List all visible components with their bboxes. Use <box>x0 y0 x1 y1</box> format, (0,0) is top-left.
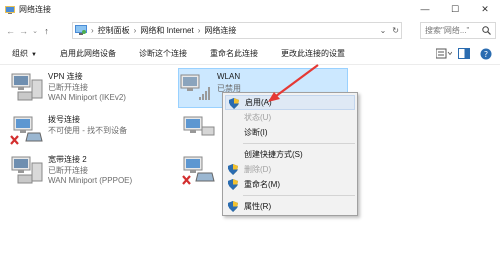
menu-item-label: 启用(A) <box>245 98 272 107</box>
change-settings-button[interactable]: 更改此连接的设置 <box>281 48 345 59</box>
uac-shield-icon <box>228 179 238 190</box>
menu-item-create-shortcut[interactable]: 创建快捷方式(S) <box>223 147 357 162</box>
wlan-signal-icon <box>179 71 213 105</box>
uac-shield-icon <box>228 201 238 212</box>
diagnose-connection-button[interactable]: 诊断这个连接 <box>139 48 187 59</box>
connection-name: WLAN <box>217 72 241 81</box>
address-bar[interactable]: › 控制面板 › 网络和 Internet › 网络连接 ⌄ ↻ <box>72 22 402 39</box>
menu-item-label: 删除(D) <box>244 165 272 174</box>
help-icon[interactable]: ? <box>480 48 492 60</box>
window-title: 网络连接 <box>19 4 51 14</box>
chevron-down-icon: ▼ <box>31 52 37 58</box>
menu-item-rename[interactable]: 重命名(M) <box>223 177 357 192</box>
connection-status: 已断开连接 <box>48 166 88 175</box>
view-options-icon[interactable] <box>435 48 453 59</box>
organize-label: 组织 <box>12 49 28 58</box>
search-placeholder: 搜索"网络..." <box>425 26 470 35</box>
svg-text:?: ? <box>484 50 488 59</box>
breadcrumb-control-panel[interactable]: 控制面板 <box>98 25 130 36</box>
menu-item-diagnose[interactable]: 诊断(I) <box>223 125 357 140</box>
menu-item-label: 创建快捷方式(S) <box>244 150 303 159</box>
search-icon[interactable] <box>482 26 491 35</box>
rename-connection-button[interactable]: 重命名此连接 <box>210 48 258 59</box>
toolbar-divider <box>0 64 500 65</box>
menu-item-label: 诊断(I) <box>244 128 268 137</box>
close-button[interactable]: ✕ <box>470 0 500 18</box>
search-input[interactable]: 搜索"网络..." <box>420 22 496 39</box>
recent-locations-button[interactable]: ⌄ <box>30 23 40 39</box>
control-panel-icon <box>75 25 87 36</box>
menu-item-properties[interactable]: 属性(R) <box>223 199 357 214</box>
breadcrumb-network-connections[interactable]: 网络连接 <box>204 25 236 36</box>
dialup-modem-icon <box>10 113 44 147</box>
maximize-button[interactable]: ☐ <box>440 0 470 18</box>
uac-shield-icon <box>228 164 238 175</box>
refresh-button[interactable]: ↻ <box>392 26 399 35</box>
vpn-computer-icon <box>10 70 44 104</box>
connection-device: WAN Miniport (PPPOE) <box>48 176 133 185</box>
connection-item-dialup[interactable]: 拨号连接 不可使用 - 找不到设备 <box>10 111 170 151</box>
connection-device: WAN Miniport (IKEv2) <box>48 93 126 102</box>
title-bar: 网络连接 — ☐ ✕ <box>0 0 500 18</box>
menu-separator <box>243 143 355 144</box>
menu-item-label: 状态(U) <box>244 113 272 122</box>
menu-item-label: 重命名(M) <box>244 180 280 189</box>
menu-item-label: 属性(R) <box>244 202 272 211</box>
connection-item-ethernet[interactable] <box>182 111 222 151</box>
address-dropdown-button[interactable]: ⌄ <box>380 26 387 35</box>
ethernet-computer-icon <box>182 113 216 147</box>
breadcrumb-separator: › <box>197 26 201 35</box>
minimize-button[interactable]: — <box>410 0 440 18</box>
uac-shield-icon <box>229 98 239 109</box>
connection-item-vpn[interactable]: VPN 连接 已断开连接 WAN Miniport (IKEv2) <box>10 68 170 108</box>
enable-device-button[interactable]: 启用此网络设备 <box>60 48 116 59</box>
menu-separator <box>243 195 355 196</box>
connection-name: VPN 连接 <box>48 72 83 81</box>
breadcrumb-separator: › <box>91 26 94 35</box>
connection-item-ethernet-2[interactable] <box>182 151 222 191</box>
organize-button[interactable]: 组织 ▼ <box>12 48 37 59</box>
breadcrumb-network-internet[interactable]: 网络和 Internet <box>140 25 193 36</box>
menu-item-status: 状态(U) <box>223 110 357 125</box>
broadband-computer-icon <box>10 153 44 187</box>
connection-name: 宽带连接 2 <box>48 155 87 164</box>
connection-status: 不可使用 - 找不到设备 <box>48 126 128 135</box>
menu-item-enable[interactable]: 启用(A) <box>225 95 355 110</box>
context-menu: 启用(A) 状态(U) 诊断(I) 创建快捷方式(S) 删除(D) 重命名(M)… <box>222 92 358 216</box>
breadcrumb-separator: › <box>133 26 137 35</box>
ethernet-computer-icon <box>182 153 216 187</box>
connection-item-broadband[interactable]: 宽带连接 2 已断开连接 WAN Miniport (PPPOE) <box>10 151 170 191</box>
forward-button[interactable]: → <box>17 23 30 39</box>
back-button[interactable]: ← <box>4 23 17 39</box>
navigation-row: ← → ⌄ ↑ › 控制面板 › 网络和 Internet › 网络连接 ⌄ ↻… <box>0 20 500 42</box>
network-folder-icon <box>5 5 15 14</box>
window-controls: — ☐ ✕ <box>410 0 500 18</box>
connection-name: 拨号连接 <box>48 115 80 124</box>
menu-item-delete: 删除(D) <box>223 162 357 177</box>
connection-status: 已断开连接 <box>48 83 88 92</box>
preview-pane-icon[interactable] <box>458 48 470 59</box>
command-bar: 组织 ▼ 启用此网络设备 诊断这个连接 重命名此连接 更改此连接的设置 ? <box>0 43 500 64</box>
up-button[interactable]: ↑ <box>40 23 53 39</box>
